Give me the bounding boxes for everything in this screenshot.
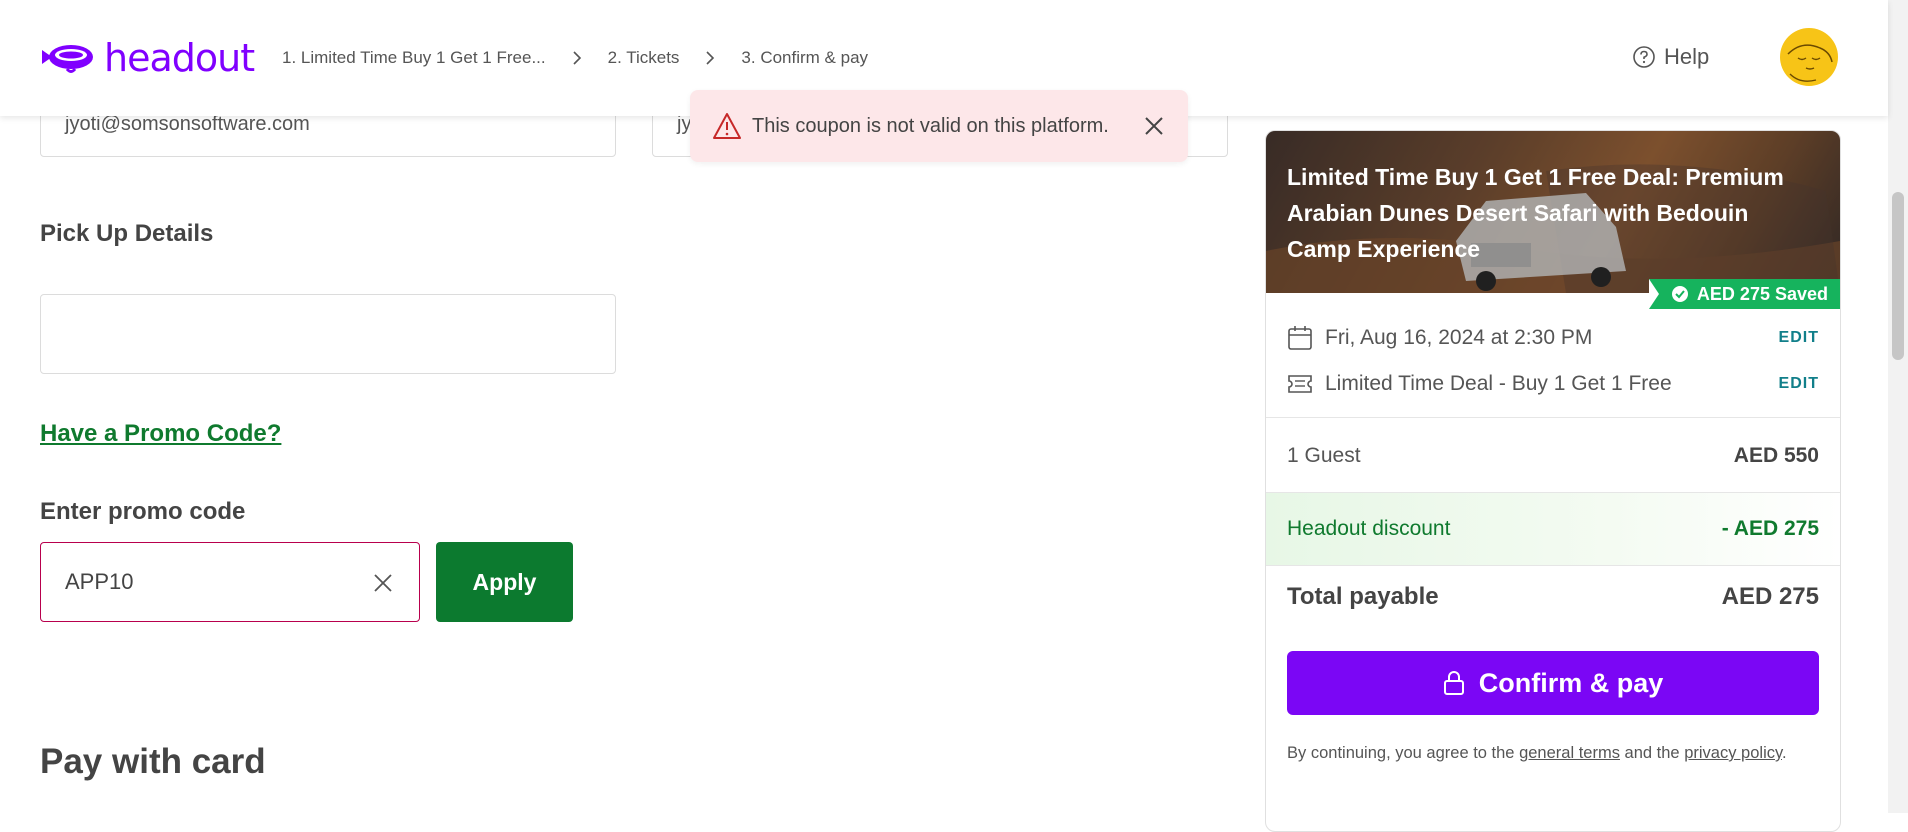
order-summary-panel: Limited Time Buy 1 Get 1 Free Deal: Prem… xyxy=(1265,130,1841,832)
ticket-type-value: Limited Time Deal - Buy 1 Get 1 Free xyxy=(1325,372,1672,395)
experience-title: Limited Time Buy 1 Get 1 Free Deal: Prem… xyxy=(1287,164,1784,262)
avatar[interactable] xyxy=(1780,28,1838,86)
guests-price: AED 550 xyxy=(1733,444,1819,467)
pickup-details-input[interactable] xyxy=(40,294,616,374)
apply-button[interactable]: Apply xyxy=(436,542,573,622)
error-toast: This coupon is not valid on this platfor… xyxy=(690,90,1188,162)
discount-row: Headout discount - AED 275 xyxy=(1287,514,1819,544)
pay-with-card-heading: Pay with card xyxy=(40,742,266,781)
discount-value: - AED 275 xyxy=(1721,517,1819,540)
experience-image: Limited Time Buy 1 Get 1 Free Deal: Prem… xyxy=(1266,131,1840,293)
help-label: Help xyxy=(1664,44,1710,69)
badge-check-icon xyxy=(1671,286,1688,302)
confirm-pay-label: Confirm & pay xyxy=(1478,667,1664,698)
terms-text: By continuing, you agree to the general … xyxy=(1287,739,1807,768)
page-scrollbar[interactable] xyxy=(1888,0,1908,813)
pickup-details-label: Pick Up Details xyxy=(40,220,214,247)
saved-badge: AED 275 Saved xyxy=(1648,279,1840,309)
warning-triangle-icon xyxy=(713,113,741,139)
edit-ticket-button[interactable]: EDIT xyxy=(1779,375,1819,393)
guests-label: 1 Guest xyxy=(1287,444,1361,467)
promo-code-value: APP10 xyxy=(65,569,134,594)
discount-label: Headout discount xyxy=(1287,517,1451,540)
lock-icon xyxy=(1443,671,1464,695)
total-value: AED 275 xyxy=(1721,583,1819,610)
chevron-right-icon xyxy=(572,50,582,66)
chevron-right-icon xyxy=(705,50,715,66)
terms-suffix: . xyxy=(1782,744,1787,762)
divider xyxy=(1266,417,1840,418)
guests-row: 1 Guest AED 550 xyxy=(1287,441,1819,471)
date-time-row: Fri, Aug 16, 2024 at 2:30 PM EDIT xyxy=(1287,323,1819,353)
have-promo-code-link[interactable]: Have a Promo Code? xyxy=(40,420,281,448)
calendar-icon xyxy=(1288,326,1312,350)
close-icon[interactable] xyxy=(1142,114,1166,138)
blimp-icon xyxy=(42,45,93,73)
privacy-policy-link[interactable]: privacy policy xyxy=(1684,744,1782,762)
help-button[interactable]: Help xyxy=(1632,44,1709,70)
divider xyxy=(1266,565,1840,566)
ticket-icon xyxy=(1288,375,1312,393)
logo-text: headout xyxy=(104,36,255,80)
breadcrumb-step-tickets[interactable]: 2. Tickets xyxy=(608,48,680,68)
terms-middle: and the xyxy=(1619,744,1685,762)
total-row: Total payable AED 275 xyxy=(1287,583,1819,611)
promo-code-label: Enter promo code xyxy=(40,498,246,525)
toast-message: This coupon is not valid on this platfor… xyxy=(752,114,1109,137)
avatar-face-icon xyxy=(1787,44,1833,82)
ticket-type-row: Limited Time Deal - Buy 1 Get 1 Free EDI… xyxy=(1287,369,1819,399)
edit-date-button[interactable]: EDIT xyxy=(1779,329,1819,347)
general-terms-link[interactable]: general terms xyxy=(1519,744,1620,762)
date-time-value: Fri, Aug 16, 2024 at 2:30 PM xyxy=(1325,326,1593,349)
breadcrumb-step-experience[interactable]: 1. Limited Time Buy 1 Get 1 Free... xyxy=(282,48,546,68)
headout-logo[interactable]: headout xyxy=(40,36,255,80)
close-icon[interactable] xyxy=(371,571,395,595)
total-label: Total payable xyxy=(1287,583,1439,610)
breadcrumb: 1. Limited Time Buy 1 Get 1 Free... 2. T… xyxy=(282,48,868,68)
confirm-pay-button[interactable]: Confirm & pay xyxy=(1287,651,1819,715)
promo-code-input[interactable]: APP10 xyxy=(40,542,420,622)
terms-prefix: By continuing, you agree to the xyxy=(1287,744,1520,762)
scrollbar-thumb[interactable] xyxy=(1892,192,1904,360)
breadcrumb-step-confirm: 3. Confirm & pay xyxy=(741,48,869,67)
question-circle-icon xyxy=(1633,46,1655,68)
saved-amount: AED 275 Saved xyxy=(1696,283,1828,304)
